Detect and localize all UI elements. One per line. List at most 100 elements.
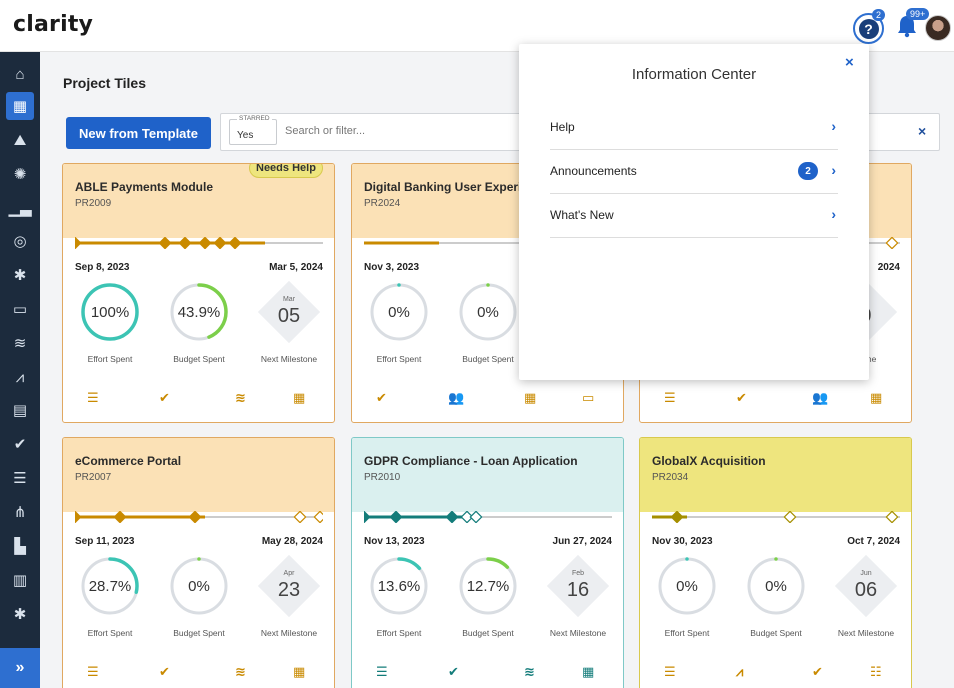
grid-icon[interactable]: ▦ — [870, 390, 882, 406]
milestone-month: Feb — [571, 570, 585, 577]
budget-label: Budget Spent — [462, 628, 514, 638]
information-center-panel: Information Center × Help › Announcement… — [519, 44, 869, 380]
project-tile[interactable]: ABLE Payments Module PR2009 Needs Help S… — [62, 163, 335, 423]
chevron-right-icon: › — [831, 118, 836, 134]
asterisk-icon[interactable]: ✱ — [6, 261, 34, 289]
landscape-icon[interactable]: ⛰ — [6, 126, 34, 154]
budget-percent: 0% — [477, 303, 499, 321]
grid-icon[interactable]: ▦ — [524, 390, 536, 406]
check-icon[interactable]: ✔ — [376, 390, 387, 406]
check-icon[interactable]: ✔ — [159, 390, 170, 406]
checklist-icon[interactable]: ☷ — [870, 664, 882, 680]
project-code: PR2007 — [75, 472, 112, 483]
milestone-month: Mar — [282, 296, 296, 303]
tiles-icon[interactable]: ▦ — [6, 92, 34, 120]
org-icon[interactable]: ⋔ — [6, 498, 34, 526]
info-item-help[interactable]: Help › — [550, 106, 838, 150]
list-icon[interactable]: ☰ — [87, 664, 99, 680]
help-button[interactable]: ? 2 — [853, 9, 886, 44]
milestone-label: Next Milestone — [549, 628, 607, 638]
database-icon[interactable]: ≋ — [524, 664, 535, 680]
expand-nav-button[interactable]: » — [0, 648, 40, 688]
left-nav: ⌂ ▦ ⛰ ✺ ▁▃ ◎ ✱ ▭ ≋ ⩘ ▤ ✔ ☰ ⋔ ▙ ▥ ✱ » — [0, 52, 40, 688]
database-icon[interactable]: ≋ — [235, 664, 246, 680]
chevron-right-icon: › — [831, 206, 836, 222]
question-icon: ? — [858, 18, 879, 39]
project-code: PR2010 — [364, 472, 401, 483]
tile-actions: ☰ ✔ ≋ ▦ — [75, 664, 323, 684]
trend-icon[interactable]: ⩘ — [736, 664, 743, 680]
check-icon[interactable]: ✔ — [6, 430, 34, 458]
budget-label: Budget Spent — [462, 354, 514, 364]
database-icon[interactable]: ≋ — [6, 329, 34, 357]
tile-actions: ☰ ✔ ≋ ▦ — [364, 664, 612, 684]
project-name[interactable]: ABLE Payments Module — [75, 180, 322, 194]
next-milestone: Mar 05 — [257, 280, 321, 344]
avatar[interactable] — [925, 15, 951, 41]
budget-percent: 12.7% — [466, 577, 510, 595]
check-icon[interactable]: ✔ — [159, 664, 170, 680]
team-icon[interactable]: 👥 — [812, 390, 828, 406]
search-input[interactable]: Search or filter... — [285, 125, 365, 137]
end-date: 2024 — [877, 262, 900, 273]
tile-header: eCommerce Portal PR2007 — [63, 438, 334, 512]
date-range: Nov 13, 2023 Jun 27, 2024 — [364, 536, 612, 547]
map-icon[interactable]: ▥ — [6, 566, 34, 594]
check-icon[interactable]: ✔ — [448, 664, 459, 680]
milestone-label: Next Milestone — [837, 628, 895, 638]
list-icon[interactable]: ☰ — [664, 664, 676, 680]
effort-label: Effort Spent — [87, 354, 133, 364]
milestone-timeline — [652, 510, 900, 524]
budget-label: Budget Spent — [750, 628, 802, 638]
budget-percent: 0% — [188, 577, 210, 595]
list-icon[interactable]: ☰ — [6, 464, 34, 492]
target-icon[interactable]: ◎ — [6, 227, 34, 255]
notifications-button[interactable]: 99+ — [896, 8, 930, 38]
presentation-icon[interactable]: ▭ — [6, 295, 34, 323]
check-icon[interactable]: ✔ — [812, 664, 823, 680]
milestone-label: Next Milestone — [260, 354, 318, 364]
starred-filter-chip[interactable]: STARRED Yes — [229, 115, 277, 145]
info-center-title: Information Center — [631, 66, 757, 83]
effort-ring: 28.7% — [80, 556, 140, 616]
grid-icon[interactable]: ▦ — [293, 390, 305, 406]
asterisk-icon[interactable]: ✱ — [6, 600, 34, 628]
tile-header: GlobalX Acquisition PR2034 — [640, 438, 911, 512]
project-tile[interactable]: GlobalX Acquisition PR2034 Nov 30, 2023 … — [639, 437, 912, 688]
project-name[interactable]: eCommerce Portal — [75, 454, 322, 468]
project-name[interactable]: GDPR Compliance - Loan Application — [364, 454, 611, 468]
grid-icon[interactable]: ▦ — [582, 664, 594, 680]
close-icon[interactable]: × — [845, 54, 854, 71]
end-date: Mar 5, 2024 — [269, 262, 323, 273]
grid-icon[interactable]: ▦ — [293, 664, 305, 680]
project-tile[interactable]: eCommerce Portal PR2007 Sep 11, 2023 May… — [62, 437, 335, 688]
page-title: Project Tiles — [63, 75, 147, 91]
clear-filter-icon[interactable]: × — [918, 123, 926, 139]
database-icon[interactable]: ≋ — [235, 390, 246, 406]
budget-ring: 0% — [169, 556, 229, 616]
team-icon[interactable]: 👥 — [448, 390, 464, 406]
project-name[interactable]: GlobalX Acquisition — [652, 454, 899, 468]
project-tile[interactable]: GDPR Compliance - Loan Application PR201… — [351, 437, 624, 688]
trend-icon[interactable]: ⩘ — [6, 363, 34, 391]
chart-icon[interactable]: ▁▃ — [6, 194, 34, 222]
list-icon[interactable]: ☰ — [87, 390, 99, 406]
milestone-timeline — [68, 236, 323, 250]
report-icon[interactable]: ▙ — [6, 532, 34, 560]
check-icon[interactable]: ✔ — [736, 390, 747, 406]
budget-ring: 0% — [746, 556, 806, 616]
effort-percent: 0% — [388, 303, 410, 321]
clipboard-icon[interactable]: ▤ — [6, 396, 34, 424]
milestone-day: 05 — [277, 305, 301, 327]
idea-icon[interactable]: ✺ — [6, 160, 34, 188]
list-icon[interactable]: ☰ — [376, 664, 388, 680]
presentation-icon[interactable]: ▭ — [582, 390, 594, 406]
info-item-announcements[interactable]: Announcements 2 › — [550, 150, 838, 194]
effort-ring: 100% — [80, 282, 140, 342]
budget-ring: 0% — [458, 282, 518, 342]
list-icon[interactable]: ☰ — [664, 390, 676, 406]
info-item-whats-new[interactable]: What's New › — [550, 194, 838, 238]
new-from-template-button[interactable]: New from Template — [66, 117, 211, 149]
clarity-logo[interactable]: clarity — [13, 12, 93, 37]
home-icon[interactable]: ⌂ — [6, 60, 34, 88]
